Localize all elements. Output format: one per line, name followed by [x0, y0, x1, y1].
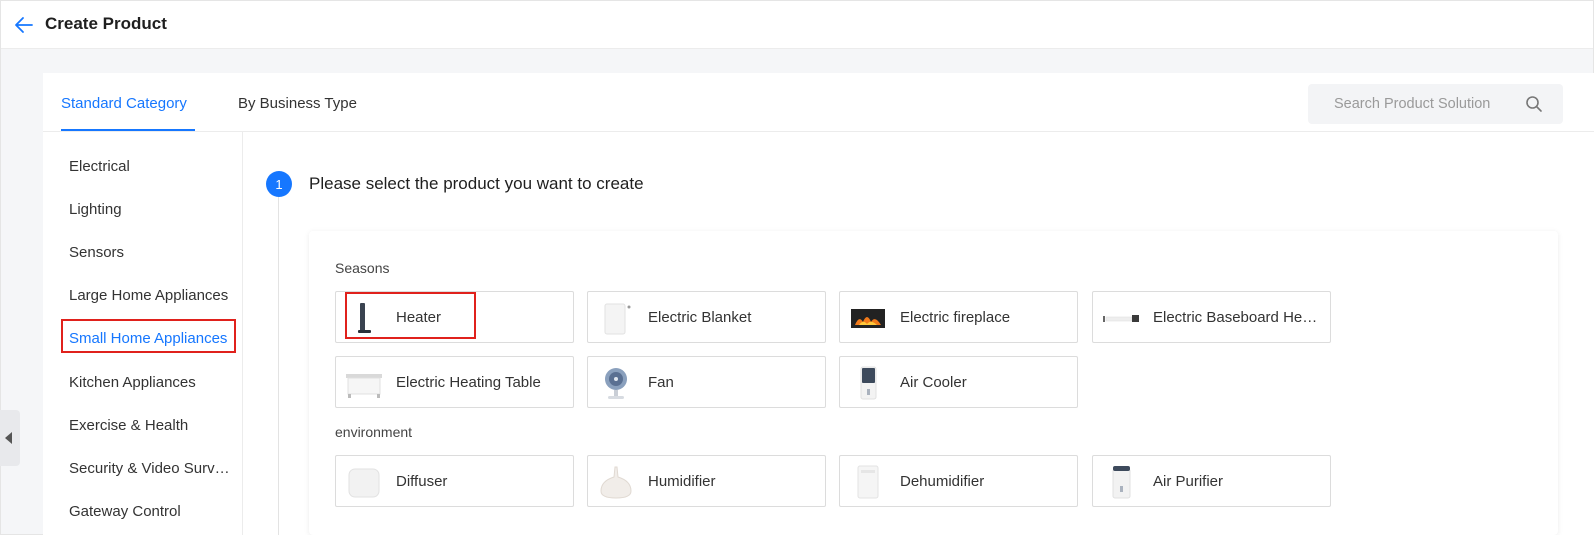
product-card-heater[interactable]: Heater — [335, 291, 574, 343]
product-card-electric-blanket[interactable]: Electric Blanket — [587, 291, 826, 343]
back-arrow-icon[interactable] — [13, 14, 35, 36]
product-name: Fan — [648, 374, 674, 391]
product-card-diffuser[interactable]: Diffuser — [335, 455, 574, 507]
heating-table-icon — [346, 374, 382, 398]
product-card-electric-fireplace[interactable]: Electric fireplace — [839, 291, 1078, 343]
sidebar-collapse-handle[interactable] — [0, 410, 20, 466]
step-title: Please select the product you want to cr… — [309, 174, 644, 193]
search-icon[interactable] — [1525, 95, 1543, 113]
diffuser-icon — [348, 468, 380, 498]
product-name: Air Cooler — [900, 374, 967, 391]
product-name: Electric Blanket — [648, 309, 752, 326]
product-card-dehumidifier[interactable]: Dehumidifier — [839, 455, 1078, 507]
sidebar-item-lighting[interactable]: Lighting — [69, 201, 234, 218]
product-name: Electric Heating Table — [396, 374, 541, 391]
product-card-fan[interactable]: Fan — [587, 356, 826, 408]
sidebar-item-gateway-control[interactable]: Gateway Control — [69, 503, 234, 520]
page-header: Create Product — [1, 1, 1593, 49]
page-title: Create Product — [45, 14, 167, 33]
electric-fireplace-icon — [851, 309, 885, 328]
caret-left-icon — [5, 432, 12, 444]
sidebar-item-exercise-health[interactable]: Exercise & Health — [69, 417, 234, 434]
product-name: Air Purifier — [1153, 473, 1224, 490]
sidebar-item-small-home-appliances[interactable]: Small Home Appliances — [69, 330, 234, 347]
step-number-badge: 1 — [266, 171, 292, 197]
fan-icon — [605, 368, 627, 399]
product-card-air-cooler[interactable]: Air Cooler — [839, 356, 1078, 408]
sidebar-item-electrical[interactable]: Electrical — [69, 158, 234, 175]
step-connector-line — [278, 197, 279, 535]
product-card-humidifier[interactable]: Humidifier — [587, 455, 826, 507]
product-card-air-purifier[interactable]: Air Purifier — [1092, 455, 1331, 507]
tab-standard-category[interactable]: Standard Category — [61, 95, 187, 112]
product-name: Dehumidifier — [900, 473, 985, 490]
section-label-seasons: Seasons — [335, 260, 390, 276]
product-name: Electric Baseboard Heater — [1153, 309, 1325, 326]
air-purifier-icon — [1112, 466, 1131, 499]
sidebar-item-sensors[interactable]: Sensors — [69, 244, 234, 261]
humidifier-icon — [600, 466, 632, 499]
dehumidifier-icon — [857, 465, 879, 499]
search-input[interactable] — [1334, 94, 1496, 114]
product-name: Diffuser — [396, 473, 448, 490]
product-name: Electric fireplace — [900, 309, 1011, 326]
sidebar-item-kitchen-appliances[interactable]: Kitchen Appliances — [69, 374, 234, 391]
tabs-bar: Standard Category By Business Type — [43, 73, 1594, 132]
product-name: Heater — [396, 309, 442, 326]
sidebar-item-large-home-appliances[interactable]: Large Home Appliances — [69, 287, 234, 304]
air-cooler-icon — [860, 366, 877, 400]
category-sidebar: Electrical Lighting Sensors Large Home A… — [43, 132, 243, 535]
baseboard-heater-icon — [1103, 315, 1139, 322]
electric-blanket-icon — [604, 303, 631, 335]
section-label-environment: environment — [335, 424, 413, 440]
product-name: Humidifier — [648, 473, 716, 490]
sidebar-item-security-video[interactable]: Security & Video Surveillance — [69, 460, 234, 477]
active-tab-indicator — [61, 129, 195, 131]
product-card-electric-heating-table[interactable]: Electric Heating Table — [335, 356, 574, 408]
tab-by-business-type[interactable]: By Business Type — [238, 95, 357, 112]
heater-icon — [358, 303, 371, 333]
product-panel: Seasons Heater Electric Blanket Electric… — [309, 231, 1558, 535]
product-card-electric-baseboard-heater[interactable]: Electric Baseboard Heater — [1092, 291, 1331, 343]
search-box — [1308, 84, 1563, 124]
